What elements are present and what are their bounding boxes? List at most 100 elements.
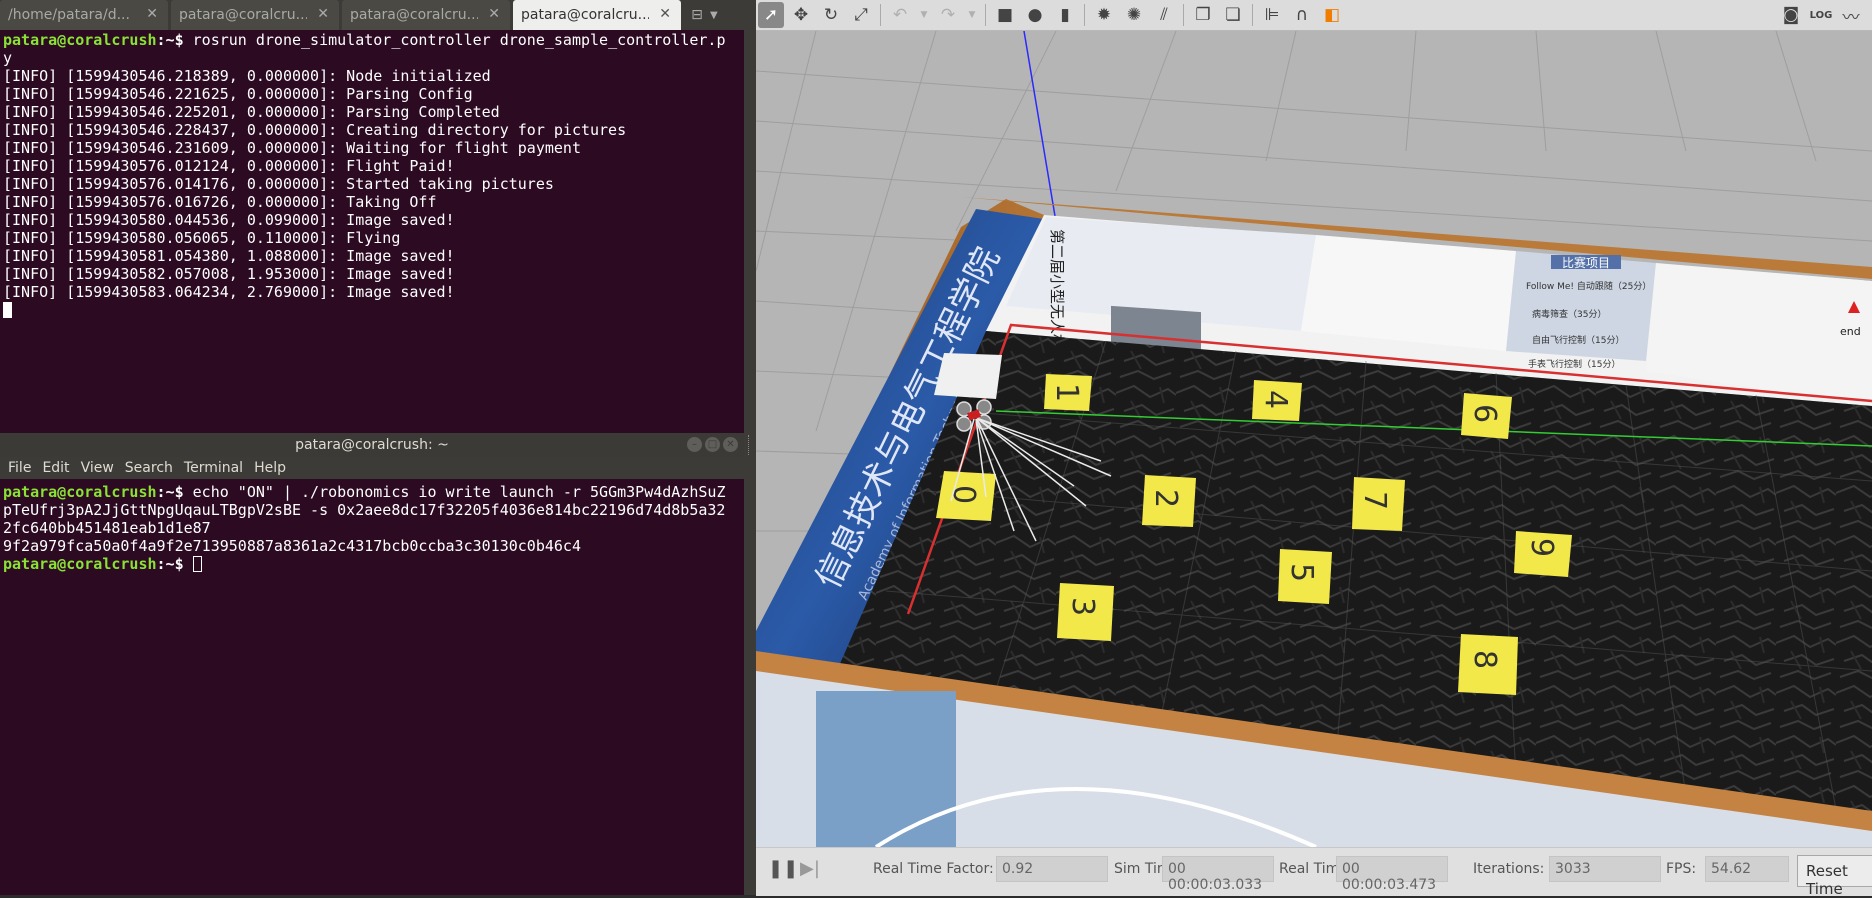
menu-bar: File Edit View Search Terminal Help — [0, 457, 744, 479]
terminal-tab-1[interactable]: /home/patara/d... ✕ — [0, 0, 168, 30]
log-line: [INFO] [1599430580.056065, 0.110000]: Fl… — [3, 229, 401, 247]
front-wall-photo — [816, 691, 956, 847]
terminal-window-2: patara@coralcrush: ~ – □ ✕ File Edit Vie… — [0, 433, 744, 895]
point-light-icon[interactable]: ✹ — [1091, 2, 1117, 28]
select-icon[interactable]: ➚ — [758, 2, 784, 28]
plot-icon[interactable]: 〰 — [1838, 2, 1864, 28]
menu-help[interactable]: Help — [254, 457, 286, 479]
log-icon[interactable]: LOG — [1808, 2, 1834, 28]
command-wrap: 2fc640bb451481eab1d1e87 — [3, 519, 211, 537]
poster-title: 比赛项目 — [1562, 255, 1610, 270]
poster-item-3: 自由飞行控制（15分） — [1532, 334, 1624, 346]
prompt-line: patara@coralcrush:~$ — [3, 555, 738, 573]
redo-menu-icon[interactable]: ▼ — [965, 2, 979, 28]
align-icon[interactable]: ⊫ — [1259, 2, 1285, 28]
landing-pad — [934, 353, 1002, 399]
tab-label: patara@coralcru... — [179, 7, 307, 23]
terminal-area: /home/patara/d... ✕ patara@coralcru... ✕ p… — [0, 0, 744, 895]
reset-time-button[interactable]: Reset Time — [1797, 855, 1872, 898]
log-line: [INFO] [1599430583.064234, 2.769000]: Im… — [3, 283, 455, 301]
iterations-label: Iterations: — [1473, 861, 1545, 877]
change-view-icon[interactable]: ◧ — [1319, 2, 1345, 28]
terminal-cursor — [192, 556, 202, 572]
sphere-icon[interactable]: ● — [1022, 2, 1048, 28]
real-time-field: 00 00:00:03.473 — [1336, 856, 1448, 893]
terminal-tab-2[interactable]: patara@coralcru... ✕ — [171, 0, 339, 30]
paste-icon[interactable]: ❏ — [1220, 2, 1246, 28]
prompt-path: :~$ — [156, 555, 193, 573]
pause-icon[interactable]: ❚❚ — [768, 858, 798, 879]
step-icon[interactable]: ▶| — [800, 858, 820, 879]
terminal-output-top[interactable]: patara@coralcrush:~$ rosrun drone_simula… — [3, 31, 738, 319]
menu-search[interactable]: Search — [125, 457, 173, 479]
undo-menu-icon[interactable]: ▼ — [917, 2, 931, 28]
terminal-tab-3[interactable]: patara@coralcru... ✕ — [342, 0, 510, 30]
spot-light-icon[interactable]: ✺ — [1121, 2, 1147, 28]
log-line: [INFO] [1599430576.014176, 0.000000]: St… — [3, 175, 554, 193]
new-tab-icon[interactable]: ⊟ — [684, 0, 710, 30]
toolbar-separator — [985, 4, 986, 26]
rtf-field: 0.92 — [996, 856, 1108, 882]
terminal-scrollbar[interactable] — [737, 30, 744, 430]
maximize-icon[interactable]: □ — [705, 437, 720, 452]
gazebo-window: ➚ ✥ ↻ ⤢ ↶ ▼ ↷ ▼ ■ ● ▮ ✹ ✺ ⫽ ❐ ❏ ⊫ ∩ ◧ ◙ … — [756, 0, 1872, 898]
close-tab-icon[interactable]: ✕ — [659, 6, 671, 22]
toolbar-separator — [1252, 4, 1253, 26]
tab-label: /home/patara/d... — [8, 7, 130, 23]
gazebo-3d-scene[interactable]: 信息技术与电气工程学院 Academy of Information Techn… — [756, 31, 1872, 847]
poster-item-4: 手表飞行控制（15分） — [1528, 358, 1620, 370]
command-line: patara@coralcrush:~$ echo "ON" | ./robon… — [3, 483, 738, 501]
tab-menu-icon[interactable]: ▼ — [710, 0, 728, 30]
cursor-line — [3, 301, 738, 319]
prompt-path: :~$ — [156, 31, 193, 49]
tile-0-label: 0 — [946, 485, 981, 504]
divider-grip[interactable] — [748, 435, 753, 455]
command-output: 9f2a979fca50a0f4a9f2e713950887a8361a2c43… — [3, 537, 581, 555]
menu-terminal[interactable]: Terminal — [184, 457, 243, 479]
gazebo-status-bar: ❚❚ ▶| Real Time Factor: 0.92 Sim Time: 0… — [756, 847, 1872, 898]
translate-icon[interactable]: ✥ — [788, 2, 814, 28]
prompt-user: patara@coralcrush — [3, 555, 157, 573]
command-wrap: pTeUfrj3pA2JjGttNpgUqauLTBgpV2sBE -s 0x2… — [3, 501, 726, 519]
scale-icon[interactable]: ⤢ — [848, 2, 874, 28]
copy-icon[interactable]: ❐ — [1190, 2, 1216, 28]
log-line: [INFO] [1599430546.225201, 0.000000]: Pa… — [3, 103, 500, 121]
terminal-tab-4[interactable]: patara@coralcru... ✕ — [513, 0, 681, 30]
log-line: [INFO] [1599430546.231609, 0.000000]: Wa… — [3, 139, 581, 157]
tab-label: patara@coralcru... — [350, 7, 478, 23]
terminal-output-bottom[interactable]: patara@coralcrush:~$ echo "ON" | ./robon… — [3, 483, 738, 573]
window-title-text: patara@coralcrush: ~ — [295, 437, 449, 453]
poster-middle-panel — [1301, 235, 1516, 351]
iterations-field: 3033 — [1549, 856, 1661, 882]
directional-light-icon[interactable]: ⫽ — [1151, 2, 1177, 28]
close-tab-icon[interactable]: ✕ — [317, 6, 329, 22]
close-tab-icon[interactable]: ✕ — [488, 6, 500, 22]
box-icon[interactable]: ■ — [992, 2, 1018, 28]
log-line: [INFO] [1599430546.218389, 0.000000]: No… — [3, 67, 491, 85]
tile-4-label: 4 — [1258, 390, 1293, 409]
poster-item-2: 病毒筛查（35分） — [1532, 308, 1606, 320]
log-line: [INFO] [1599430580.044536, 0.099000]: Im… — [3, 211, 455, 229]
menu-edit[interactable]: Edit — [42, 457, 69, 479]
menu-file[interactable]: File — [8, 457, 31, 479]
tile-9-label: 9 — [1524, 538, 1559, 557]
log-line: [INFO] [1599430582.057008, 1.953000]: Im… — [3, 265, 455, 283]
log-line: [INFO] [1599430576.012124, 0.000000]: Fl… — [3, 157, 455, 175]
screenshot-icon[interactable]: ◙ — [1778, 2, 1804, 28]
redo-icon[interactable]: ↷ — [935, 2, 961, 28]
snap-icon[interactable]: ∩ — [1289, 2, 1315, 28]
command-text: rosrun drone_simulator_controller drone_… — [192, 31, 726, 49]
log-line: [INFO] [1599430546.221625, 0.000000]: Pa… — [3, 85, 473, 103]
menu-view[interactable]: View — [81, 457, 114, 479]
undo-icon[interactable]: ↶ — [887, 2, 913, 28]
log-line: [INFO] [1599430546.228437, 0.000000]: Cr… — [3, 121, 627, 139]
rtf-label: Real Time Factor: — [873, 861, 994, 877]
close-icon[interactable]: ✕ — [723, 437, 738, 452]
cylinder-icon[interactable]: ▮ — [1052, 2, 1078, 28]
close-tab-icon[interactable]: ✕ — [146, 6, 158, 22]
toolbar-separator — [1084, 4, 1085, 26]
poster-end-label: end — [1840, 325, 1861, 338]
log-line: [INFO] [1599430581.054380, 1.088000]: Im… — [3, 247, 455, 265]
minimize-icon[interactable]: – — [687, 437, 702, 452]
rotate-icon[interactable]: ↻ — [818, 2, 844, 28]
